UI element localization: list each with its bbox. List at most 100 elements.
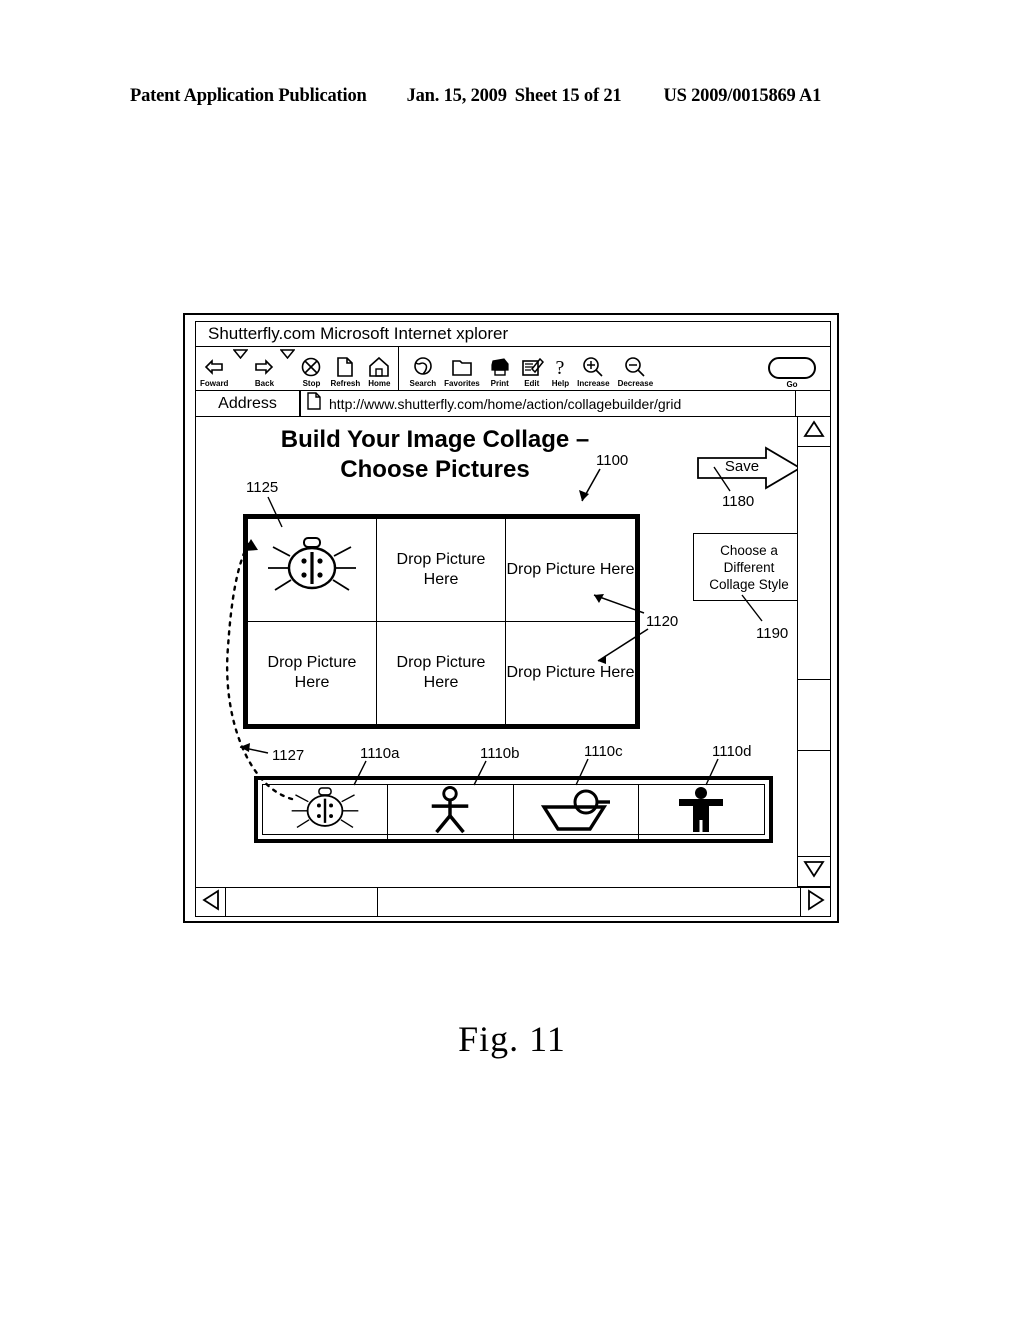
print-button-label: Print (490, 379, 509, 388)
print-button[interactable]: Print (484, 347, 516, 390)
collage-cell-1[interactable] (248, 519, 377, 622)
browser-window: Shutterfly.com Microsoft Internet xplore… (183, 313, 839, 923)
toolbar-divider (398, 346, 400, 390)
printer-icon (488, 356, 512, 378)
boat-sun-icon (538, 787, 614, 838)
home-button[interactable]: Home (364, 347, 394, 390)
thumbnail-1110a[interactable] (263, 785, 389, 840)
address-label: Address (196, 391, 300, 416)
edit-button-label: Edit (524, 379, 540, 388)
vertical-scrollbar[interactable] (797, 417, 831, 887)
patent-page-header: Patent Application Publication Jan. 15, … (130, 86, 890, 112)
scroll-left-button[interactable] (196, 888, 226, 916)
style-button-line-3: Collage Style (709, 576, 789, 592)
publication-date: Jan. 15, 2009 (406, 86, 507, 106)
house-icon (368, 356, 390, 378)
address-url-text: http://www.shutterfly.com/home/action/co… (329, 395, 682, 412)
go-button[interactable]: Go (768, 346, 816, 390)
home-button-label: Home (368, 379, 391, 388)
picture-tray-inner (262, 784, 765, 840)
publication-label: Patent Application Publication (130, 86, 367, 106)
style-button-line-1: Choose a (720, 542, 778, 558)
favorites-button[interactable]: Favorites (440, 347, 484, 390)
triangle-right-icon (807, 888, 825, 916)
address-input[interactable]: http://www.shutterfly.com/home/action/co… (300, 391, 796, 416)
search-button-label: Search (409, 379, 437, 388)
increase-button[interactable]: Increase (573, 347, 613, 390)
decrease-button-label: Decrease (617, 379, 654, 388)
forward-history-dropdown[interactable] (232, 333, 250, 390)
stop-button[interactable]: Stop (296, 347, 326, 390)
search-button[interactable]: Search (405, 347, 440, 390)
save-button-label: Save (724, 458, 760, 475)
page-title-line-1: Build Your Image Collage – (280, 426, 590, 453)
stick-figure-icon (421, 785, 479, 840)
style-button-line-2: Different (723, 559, 775, 575)
stop-x-circle-icon (300, 356, 322, 378)
vertical-scrollbar-thumb[interactable] (798, 679, 830, 751)
collage-cell-2[interactable]: Drop Picture Here (377, 519, 506, 622)
picture-tray (254, 776, 773, 843)
refresh-button[interactable]: Refresh (326, 347, 364, 390)
thumbnail-1110d[interactable] (639, 785, 764, 840)
help-button-label: Help (551, 379, 570, 388)
figure-caption: Fig. 11 (458, 1019, 566, 1059)
edit-button[interactable]: Edit (516, 347, 548, 390)
chevron-down-icon (279, 346, 297, 364)
forward-arrow-icon (253, 356, 275, 378)
window-title: Shutterfly.com Microsoft Internet xplore… (208, 324, 509, 343)
globe-search-icon (412, 356, 434, 378)
back-button[interactable]: Back (249, 347, 279, 390)
ladybug-icon (283, 785, 367, 840)
collage-cell-5[interactable]: Drop Picture Here (377, 621, 506, 724)
page-title: Build Your Image Collage – Choose Pictur… (250, 425, 620, 485)
increase-button-label: Increase (577, 379, 610, 388)
reference-numeral-1110c: 1110c (584, 743, 623, 760)
page-document-icon (307, 392, 321, 415)
collage-cell-3[interactable]: Drop Picture Here (506, 519, 635, 622)
scroll-right-button[interactable] (800, 888, 830, 916)
favorites-button-label: Favorites (444, 379, 480, 388)
collage-cell-4[interactable]: Drop Picture Here (248, 621, 377, 724)
decrease-button[interactable]: Decrease (614, 347, 658, 390)
reference-numeral-1127: 1127 (272, 747, 305, 764)
chevron-down-icon (232, 346, 250, 364)
page-refresh-icon (336, 356, 354, 378)
bold-person-icon (672, 786, 730, 839)
scroll-down-button[interactable] (798, 856, 830, 886)
horizontal-scrollbar-track[interactable] (226, 888, 800, 916)
leader-1127 (239, 746, 269, 754)
stop-button-label: Stop (302, 379, 321, 388)
browser-toolbar: Foward Back Stop Refresh Home Search Fav… (195, 346, 831, 391)
help-button[interactable]: ? Help (548, 347, 573, 390)
triangle-up-icon (803, 420, 825, 443)
reference-numeral-1120: 1120 (646, 613, 679, 630)
address-bar: Address http://www.shutterfly.com/home/a… (195, 391, 831, 417)
back-button-label: Back (254, 379, 275, 388)
sheet-number: Sheet 15 of 21 (514, 86, 622, 106)
tools-button-group: Search Favorites Print Edit ? Help Incre… (405, 347, 657, 390)
svg-text:?: ? (556, 357, 565, 378)
reference-numeral-1100: 1100 (596, 452, 629, 469)
reference-numeral-1110d: 1110d (712, 743, 752, 760)
horizontal-scrollbar-thumb[interactable] (226, 888, 378, 916)
reference-numeral-1180: 1180 (722, 493, 755, 510)
thumbnail-1110b[interactable] (388, 785, 514, 840)
back-arrow-icon (203, 356, 225, 378)
reference-numeral-1110b: 1110b (480, 745, 520, 762)
horizontal-scrollbar[interactable] (195, 887, 831, 917)
choose-collage-style-button[interactable]: Choose a Different Collage Style (693, 533, 805, 601)
save-button[interactable]: Save (696, 446, 804, 490)
ladybug-icon (266, 534, 358, 606)
zoom-in-icon (582, 356, 604, 378)
folder-favorites-icon (451, 356, 473, 378)
edit-pencil-icon (520, 356, 544, 378)
patent-number: US 2009/0015869 A1 (663, 86, 822, 106)
back-history-dropdown[interactable] (279, 333, 297, 390)
scroll-up-button[interactable] (798, 417, 830, 447)
page-title-line-2: Choose Pictures (340, 456, 530, 483)
collage-cell-6[interactable]: Drop Picture Here (506, 622, 635, 725)
thumbnail-1110c[interactable] (514, 785, 639, 840)
forward-button[interactable]: Foward (196, 347, 232, 390)
reference-numeral-1110a: 1110a (360, 745, 400, 762)
